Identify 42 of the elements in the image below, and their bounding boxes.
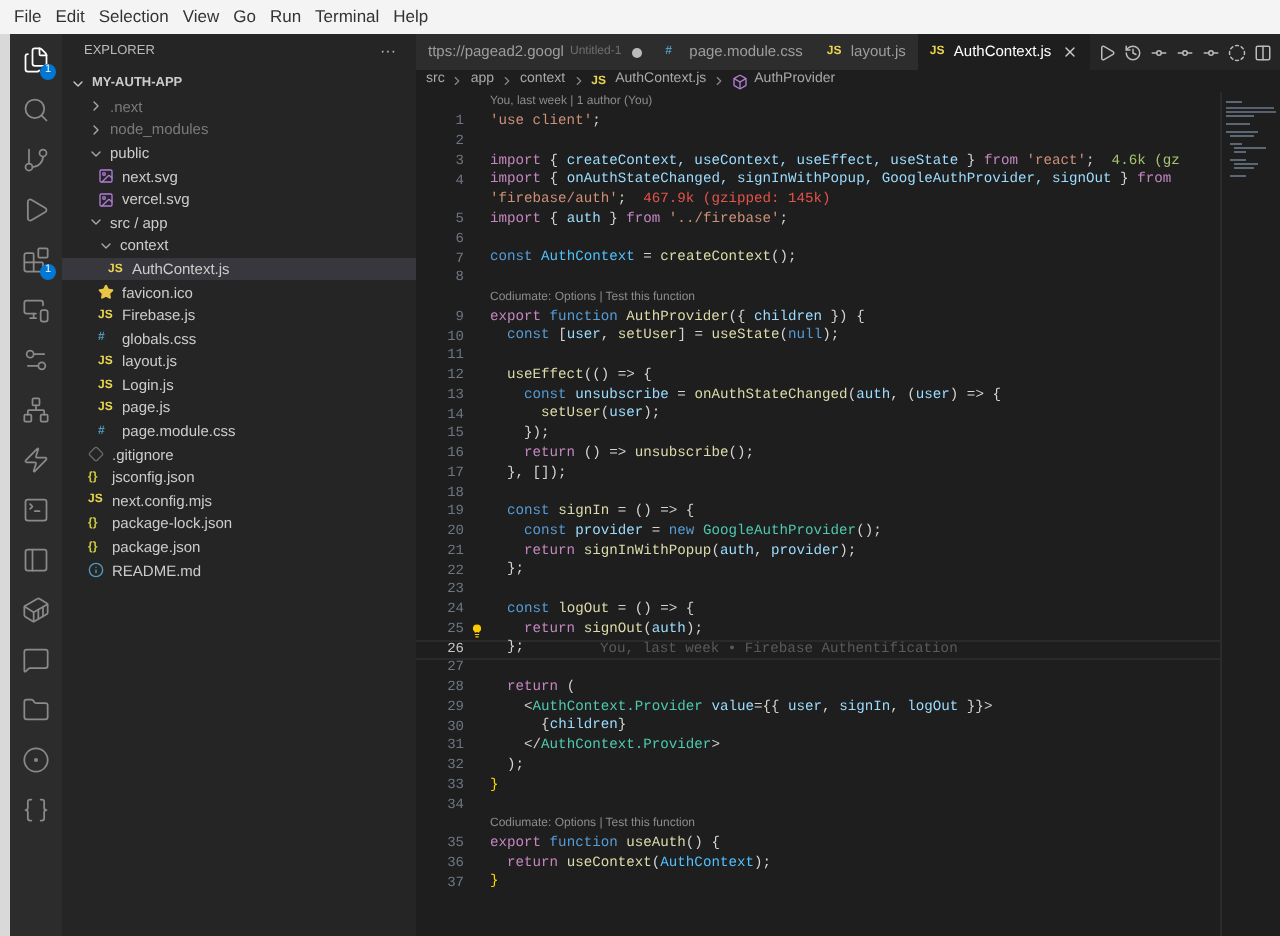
minimap-drawing	[1226, 100, 1278, 180]
play-icon[interactable]	[22, 196, 50, 224]
sliders-icon[interactable]	[22, 346, 50, 374]
menu-item[interactable]: View	[182, 4, 220, 30]
container-icon[interactable]	[22, 596, 50, 624]
history-icon[interactable]	[1124, 43, 1142, 61]
close-icon[interactable]	[1061, 44, 1078, 60]
info-icon	[88, 562, 104, 579]
star-icon	[98, 284, 114, 301]
chat-icon[interactable]	[22, 646, 50, 674]
split-editor-icon[interactable]	[1254, 43, 1272, 61]
image-file-icon	[98, 191, 114, 208]
menu-item[interactable]: File	[14, 4, 42, 30]
menu-item[interactable]: Selection	[98, 4, 169, 30]
run-icon[interactable]	[1098, 43, 1116, 61]
folder-icon[interactable]	[22, 696, 50, 724]
menu-item[interactable]: Run	[269, 4, 302, 30]
menu-item[interactable]: Edit	[55, 4, 85, 30]
menu-item[interactable]: Help	[393, 4, 429, 30]
chevron-icon	[571, 74, 586, 88]
search-icon[interactable]	[22, 96, 50, 124]
image-file-icon	[98, 168, 114, 185]
branch-icon[interactable]	[22, 146, 50, 174]
chevron-icon	[500, 74, 515, 88]
more-actions[interactable]: ···	[380, 40, 396, 64]
panel-icon[interactable]	[22, 546, 50, 574]
lightning-icon[interactable]	[22, 446, 50, 474]
diamond-icon	[88, 446, 104, 463]
terminal-icon[interactable]	[22, 496, 50, 524]
circle-icon[interactable]	[22, 746, 50, 774]
blocks-icon[interactable]	[22, 246, 50, 274]
chevron-icon	[712, 74, 727, 88]
files-icon[interactable]	[22, 46, 50, 74]
devices-icon[interactable]	[22, 296, 50, 324]
lightbulb-icon[interactable]	[470, 623, 484, 638]
cube-icon	[732, 73, 749, 89]
menu-item[interactable]: Terminal	[315, 4, 380, 30]
circle-icon[interactable]	[1228, 43, 1246, 61]
diagram-icon[interactable]	[22, 396, 50, 424]
menu-item[interactable]: Go	[233, 4, 256, 30]
chevron-icon	[450, 74, 465, 88]
braces-icon[interactable]	[22, 796, 50, 824]
